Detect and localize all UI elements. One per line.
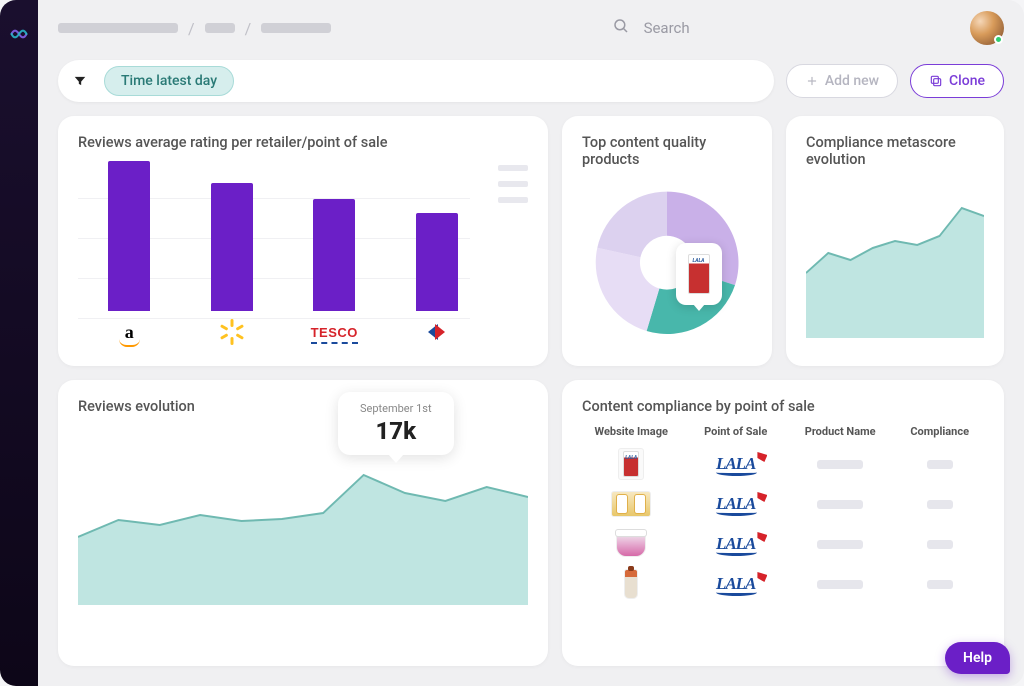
retailer-tesco-icon: TESCO [311, 319, 358, 345]
breadcrumb-segment[interactable] [261, 23, 331, 33]
card-title: Reviews evolution [78, 398, 528, 415]
product-image [616, 531, 646, 557]
card-reviews-rating: Reviews average rating per retailer/poin… [58, 116, 548, 366]
breadcrumb: / / [58, 19, 331, 38]
placeholder [927, 500, 953, 509]
product-image [611, 491, 651, 517]
table-row[interactable]: LALA [582, 524, 984, 564]
product-thumbnail [676, 243, 722, 305]
user-avatar[interactable] [970, 11, 1004, 45]
filter-bar: Time latest day [58, 60, 774, 102]
add-new-button[interactable]: Add new [786, 64, 898, 98]
bar-chart: a [78, 161, 498, 353]
product-image [624, 569, 638, 599]
card-reviews-evolution: Reviews evolution September 1st 17k [58, 380, 548, 666]
breadcrumb-segment[interactable] [205, 23, 235, 33]
col-header: Website Image [582, 425, 680, 444]
add-new-label: Add new [825, 73, 879, 89]
card-title: Content compliance by point of sale [582, 398, 984, 415]
bar-item[interactable] [402, 213, 472, 345]
search-icon [612, 17, 630, 39]
search-placeholder: Search [644, 19, 690, 37]
placeholder [927, 580, 953, 589]
toolbar: Time latest day Add new Clone [58, 60, 1004, 102]
chart-tooltip: September 1st 17k [338, 392, 454, 455]
table-header: Website Image Point of Sale Product Name… [582, 425, 984, 444]
placeholder [927, 540, 953, 549]
bar-item[interactable] [197, 183, 267, 345]
pos-brand-logo: LALA [716, 534, 755, 554]
card-title: Reviews average rating per retailer/poin… [78, 134, 528, 151]
product-image [618, 448, 644, 480]
area-chart[interactable] [78, 425, 528, 605]
dashboard-grid: Reviews average rating per retailer/poin… [58, 116, 1004, 666]
placeholder [817, 460, 863, 469]
col-header: Compliance [895, 425, 984, 444]
donut-chart[interactable] [582, 178, 752, 348]
card-content-compliance: Content compliance by point of sale Webs… [562, 380, 1004, 666]
bar-item[interactable]: TESCO [299, 199, 369, 345]
table-row[interactable]: LALA [582, 564, 984, 604]
pos-brand-logo: LALA [716, 454, 755, 474]
clone-label: Clone [949, 73, 985, 89]
card-title: Compliance metascore evolution [806, 134, 984, 168]
tooltip-value: 17k [360, 417, 432, 445]
filter-chip-time[interactable]: Time latest day [104, 66, 234, 96]
bar-item[interactable]: a [94, 161, 164, 345]
presence-dot-icon [994, 35, 1003, 44]
card-title: Top content quality products [582, 134, 752, 168]
card-compliance-metascore: Compliance metascore evolution [786, 116, 1004, 366]
compliance-table: Website Image Point of Sale Product Name… [582, 425, 984, 604]
tooltip-date: September 1st [360, 402, 432, 415]
placeholder [927, 460, 953, 469]
retailer-carrefour-icon [428, 319, 445, 345]
clone-button[interactable]: Clone [910, 64, 1004, 98]
breadcrumb-sep: / [245, 19, 252, 38]
table-row[interactable]: LALA [582, 484, 984, 524]
legend-placeholder [498, 161, 528, 353]
help-button[interactable]: Help [945, 642, 1010, 674]
topbar: / / Search [58, 10, 1004, 46]
table-row[interactable]: LALA [582, 444, 984, 484]
left-sidebar [0, 0, 38, 686]
main-area: / / Search Time latest day [38, 0, 1024, 686]
placeholder [817, 500, 863, 509]
pos-brand-logo: LALA [716, 574, 755, 594]
app-root: / / Search Time latest day [0, 0, 1024, 686]
placeholder [817, 540, 863, 549]
retailer-amazon-icon: a [125, 319, 134, 345]
col-header: Point of Sale [686, 425, 784, 444]
search[interactable]: Search [612, 17, 690, 39]
placeholder [817, 580, 863, 589]
breadcrumb-sep: / [188, 19, 195, 38]
col-header: Product Name [791, 425, 889, 444]
filter-icon[interactable] [66, 67, 94, 95]
retailer-walmart-icon [221, 319, 243, 345]
breadcrumb-segment[interactable] [58, 23, 178, 33]
card-top-content-quality: Top content quality products [562, 116, 772, 366]
pos-brand-logo: LALA [716, 494, 755, 514]
brand-logo-icon [9, 24, 29, 44]
area-chart [806, 178, 984, 338]
